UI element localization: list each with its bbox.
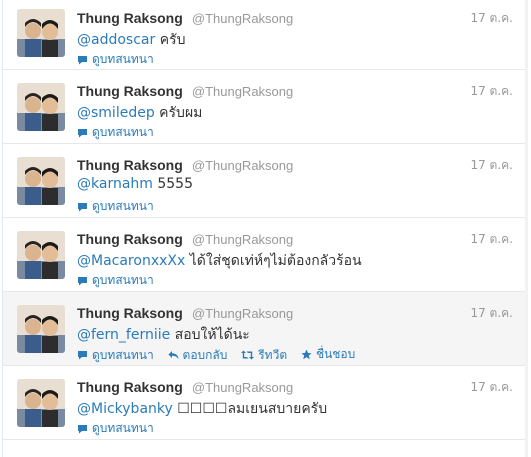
mention-link[interactable]: @fern_ferniie bbox=[77, 327, 170, 343]
speech-bubble-icon bbox=[78, 351, 87, 360]
mention-link[interactable]: @smiledep bbox=[77, 105, 155, 121]
tweet-header: Thung Raksong @ThungRaksong 17 ต.ค. bbox=[77, 155, 513, 173]
tweet-actions: ดูบทสนทนา bbox=[77, 50, 164, 69]
user-fullname[interactable]: Thung Raksong bbox=[77, 231, 183, 247]
tweet-item[interactable]: Thung Raksong @ThungRaksong 17 ต.ค. @kar… bbox=[3, 144, 527, 218]
retweet-button[interactable]: รีทวีต bbox=[241, 346, 287, 365]
tweet-body: ☐☐☐☐ลมเยนสบายครับ bbox=[172, 401, 328, 417]
view-conversation-label: ดูบทสนทนา bbox=[92, 421, 154, 435]
tweet-body: สอบให้ได้นะ bbox=[170, 327, 250, 343]
user-fullname[interactable]: Thung Raksong bbox=[77, 379, 183, 395]
tweet-body: ครับ bbox=[155, 32, 186, 48]
view-conversation-link[interactable]: ดูบทสนทนา bbox=[77, 419, 154, 438]
tweet-stream: Thung Raksong @ThungRaksong 17 ต.ค. @add… bbox=[2, 0, 528, 457]
user-handle[interactable]: @ThungRaksong bbox=[192, 84, 293, 99]
avatar[interactable] bbox=[17, 231, 65, 279]
tweet-text: @MacaronxxXx ได้ใส่ชุดเท่ห์ๆไม่ต้องกลัวร… bbox=[77, 250, 362, 272]
user-fullname[interactable]: Thung Raksong bbox=[77, 305, 183, 321]
speech-bubble-icon bbox=[78, 55, 87, 64]
tweet-header: Thung Raksong @ThungRaksong 17 ต.ค. bbox=[77, 303, 513, 321]
avatar[interactable] bbox=[17, 9, 65, 57]
view-conversation-link[interactable]: ดูบทสนทนา bbox=[77, 346, 154, 365]
view-conversation-link[interactable]: ดูบทสนทนา bbox=[77, 50, 154, 69]
tweet-timestamp[interactable]: 17 ต.ค. bbox=[470, 82, 513, 101]
tweet-actions: ดูบทสนทนา ตอบกลับ รีทวีต ชื่นชอบ bbox=[77, 345, 365, 365]
view-conversation-label: ดูบทสนทนา bbox=[92, 52, 154, 66]
tweet-actions: ดูบทสนทนา bbox=[77, 123, 164, 142]
mention-link[interactable]: @MacaronxxXx bbox=[77, 253, 185, 269]
tweet-item[interactable]: Thung Raksong @ThungRaksong 17 ต.ค. @Mic… bbox=[3, 366, 527, 440]
user-fullname[interactable]: Thung Raksong bbox=[77, 157, 183, 173]
tweet-text: @addoscar ครับ bbox=[77, 29, 185, 51]
tweet-header: Thung Raksong @ThungRaksong 17 ต.ค. bbox=[77, 8, 513, 26]
tweet-header: Thung Raksong @ThungRaksong 17 ต.ค. bbox=[77, 81, 513, 99]
avatar[interactable] bbox=[17, 83, 65, 131]
user-handle[interactable]: @ThungRaksong bbox=[192, 306, 293, 321]
speech-bubble-icon bbox=[78, 424, 87, 433]
tweet-actions: ดูบทสนทนา bbox=[77, 419, 164, 438]
view-conversation-label: ดูบทสนทนา bbox=[92, 273, 154, 287]
tweet-timestamp[interactable]: 17 ต.ค. bbox=[470, 304, 513, 323]
tweet-item[interactable]: Thung Raksong @ThungRaksong 17 ต.ค. @add… bbox=[3, 0, 527, 70]
tweet-item[interactable]: Thung Raksong @ThungRaksong 17 ต.ค. @Mac… bbox=[3, 218, 527, 292]
avatar[interactable] bbox=[17, 305, 65, 353]
user-handle[interactable]: @ThungRaksong bbox=[192, 380, 293, 395]
tweet-item[interactable]: Thung Raksong @ThungRaksong 17 ต.ค. @smi… bbox=[3, 70, 527, 144]
user-fullname[interactable]: Thung Raksong bbox=[77, 83, 183, 99]
tweet-body: 5555 bbox=[152, 176, 194, 192]
user-handle[interactable]: @ThungRaksong bbox=[192, 232, 293, 247]
tweet-body: ครับผม bbox=[154, 105, 203, 121]
star-icon bbox=[301, 349, 312, 360]
view-conversation-link[interactable]: ดูบทสนทนา bbox=[77, 197, 154, 216]
speech-bubble-icon bbox=[78, 128, 87, 137]
view-conversation-label: ดูบทสนทนา bbox=[92, 347, 154, 362]
retweet-icon bbox=[241, 350, 255, 360]
view-conversation-link[interactable]: ดูบทสนทนา bbox=[77, 271, 154, 290]
mention-link[interactable]: @Mickybanky bbox=[77, 401, 173, 417]
tweet-timestamp[interactable]: 17 ต.ค. bbox=[470, 378, 513, 397]
tweet-timestamp[interactable]: 17 ต.ค. bbox=[470, 230, 513, 249]
tweet-header: Thung Raksong @ThungRaksong 17 ต.ค. bbox=[77, 229, 513, 247]
tweet-body: ได้ใส่ชุดเท่ห์ๆไม่ต้องกลัวร้อน bbox=[185, 253, 362, 269]
speech-bubble-icon bbox=[78, 202, 87, 211]
user-fullname[interactable]: Thung Raksong bbox=[77, 10, 183, 26]
retweet-label: รีทวีต bbox=[258, 347, 288, 362]
avatar[interactable] bbox=[17, 379, 65, 427]
tweet-actions: ดูบทสนทนา bbox=[77, 271, 164, 290]
tweet-item[interactable]: Thung Raksong @ThungRaksong 17 ต.ค. @fer… bbox=[3, 292, 527, 366]
view-conversation-label: ดูบทสนทนา bbox=[92, 125, 154, 139]
speech-bubble-icon bbox=[78, 276, 87, 285]
tweet-text: @Mickybanky ☐☐☐☐ลมเยนสบายครับ bbox=[77, 398, 327, 420]
tweet-text: @karnahm 5555 bbox=[77, 176, 193, 192]
reply-button[interactable]: ตอบกลับ bbox=[168, 346, 228, 365]
tweet-text: @fern_ferniie สอบให้ได้นะ bbox=[77, 324, 250, 346]
avatar[interactable] bbox=[17, 157, 65, 205]
tweet-actions: ดูบทสนทนา bbox=[77, 197, 164, 216]
scrollbar[interactable] bbox=[525, 0, 528, 457]
view-conversation-link[interactable]: ดูบทสนทนา bbox=[77, 123, 154, 142]
tweet-text: @smiledep ครับผม bbox=[77, 102, 202, 124]
mention-link[interactable]: @karnahm bbox=[77, 176, 153, 192]
tweet-header: Thung Raksong @ThungRaksong 17 ต.ค. bbox=[77, 377, 513, 395]
tweet-timestamp[interactable]: 17 ต.ค. bbox=[470, 156, 513, 175]
favorite-button[interactable]: ชื่นชอบ bbox=[301, 345, 355, 364]
user-handle[interactable]: @ThungRaksong bbox=[192, 11, 293, 26]
user-handle[interactable]: @ThungRaksong bbox=[192, 158, 293, 173]
reply-label: ตอบกลับ bbox=[182, 347, 228, 362]
mention-link[interactable]: @addoscar bbox=[77, 32, 155, 48]
favorite-label: ชื่นชอบ bbox=[315, 347, 356, 361]
reply-arrow-icon bbox=[168, 351, 179, 359]
view-conversation-label: ดูบทสนทนา bbox=[92, 199, 154, 213]
tweet-timestamp[interactable]: 17 ต.ค. bbox=[470, 9, 513, 28]
